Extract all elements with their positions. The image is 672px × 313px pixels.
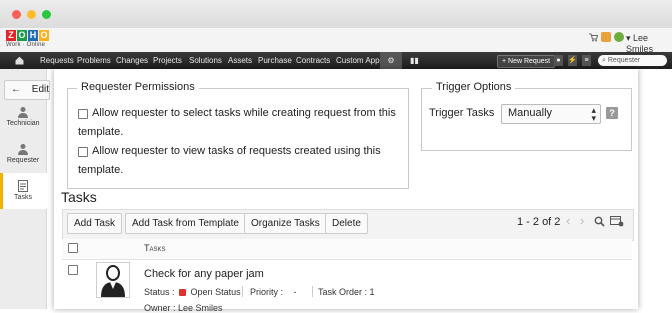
- back-edit-button[interactable]: ← Edit: [4, 80, 50, 100]
- logo-letter: Z: [6, 30, 16, 41]
- nav-solutions[interactable]: Solutions: [189, 52, 222, 69]
- user-menu-caret-icon: ▾: [626, 33, 634, 43]
- next-page-icon[interactable]: ›: [580, 213, 584, 228]
- trigger-tasks-value: Manually: [508, 107, 553, 119]
- sidebar-item-tasks[interactable]: Tasks: [0, 180, 46, 201]
- close-window-icon[interactable]: [12, 10, 21, 19]
- owner-value: Lee Smiles: [178, 303, 223, 313]
- status-color-icon: [179, 289, 187, 296]
- user-menu[interactable]: ▾ Lee Smiles: [626, 33, 672, 54]
- task-priority-meta: Priority : -: [250, 287, 297, 297]
- delete-button[interactable]: Delete: [325, 213, 368, 234]
- new-request-button[interactable]: + New Request: [497, 55, 556, 68]
- trigger-tasks-label: Trigger Tasks: [429, 107, 495, 119]
- reports-icon[interactable]: ▮▮: [410, 52, 419, 69]
- sidebar-item-technician[interactable]: Technician: [0, 106, 46, 127]
- sidebar-item-requester[interactable]: Requester: [0, 143, 46, 164]
- person-silhouette-icon: [101, 265, 125, 297]
- task-owner-avatar: [96, 262, 130, 298]
- nav-custom-apps[interactable]: Custom Apps: [336, 52, 384, 69]
- status-label: Status :: [144, 287, 175, 297]
- help-icon[interactable]: ?: [606, 107, 618, 119]
- nav-contracts[interactable]: Contracts: [296, 52, 330, 69]
- search-input[interactable]: ⌕ Requester: [598, 55, 667, 66]
- prev-page-icon[interactable]: ‹: [566, 213, 570, 228]
- home-icon[interactable]: [15, 52, 24, 69]
- edit-label: Edit: [31, 84, 50, 95]
- tasks-heading: Tasks: [61, 189, 97, 205]
- search-placeholder: Requester: [607, 57, 641, 64]
- organize-tasks-button[interactable]: Organize Tasks: [244, 213, 327, 234]
- divider: [312, 286, 313, 297]
- maximize-window-icon[interactable]: [42, 10, 51, 19]
- select-tasks-checkbox[interactable]: [78, 109, 88, 119]
- user-avatar-icon[interactable]: [614, 32, 624, 42]
- nav-assets[interactable]: Assets: [228, 52, 252, 69]
- add-task-from-template-button[interactable]: Add Task from Template: [125, 213, 246, 234]
- sidebar-item-label: Requester: [6, 157, 40, 164]
- priority-label: Priority :: [250, 287, 284, 297]
- logo-letter: O: [17, 30, 27, 41]
- window-titlebar: [0, 0, 672, 29]
- nav-purchase[interactable]: Purchase: [258, 52, 292, 69]
- trigger-tasks-select[interactable]: Manually ▴ ▾: [501, 104, 601, 124]
- sidebar-item-label: Tasks: [14, 194, 32, 201]
- view-tasks-label-line1: Allow requester to view tasks of request…: [92, 145, 381, 157]
- nav-requests[interactable]: Requests: [40, 52, 74, 69]
- task-title[interactable]: Check for any paper jam: [144, 268, 264, 280]
- select-arrows-icon: ▴ ▾: [591, 105, 596, 123]
- task-status-meta: Status : Open Status: [144, 287, 241, 297]
- column-chooser-icon[interactable]: [610, 216, 624, 227]
- divider: [242, 286, 243, 297]
- task-order-meta: Task Order : 1: [318, 287, 375, 297]
- pagination-text: 1 - 2 of 2: [517, 216, 561, 228]
- task-owner-meta: Owner : Lee Smiles: [144, 303, 223, 313]
- tasks-icon: [18, 180, 28, 192]
- select-tasks-label-line1: Allow requester to select tasks while cr…: [92, 107, 396, 119]
- task-row-checkbox[interactable]: [68, 265, 78, 275]
- settings-gear-icon[interactable]: ⚙: [380, 52, 402, 69]
- view-tasks-label-line2: template.: [78, 164, 124, 176]
- order-label: Task Order :: [318, 287, 368, 297]
- zoho-logo[interactable]: Z O H O Work · Online: [6, 30, 50, 50]
- back-arrow-icon: ←: [11, 84, 21, 95]
- nav-projects[interactable]: Projects: [153, 52, 182, 69]
- cart-icon[interactable]: [588, 32, 599, 42]
- nav-changes[interactable]: Changes: [116, 52, 148, 69]
- order-value: 1: [369, 287, 375, 297]
- select-tasks-label-line2: template.: [78, 126, 124, 138]
- app-header: [0, 28, 672, 52]
- menu-icon[interactable]: ≡: [582, 55, 591, 66]
- requester-permissions-legend: Requester Permissions: [77, 81, 199, 93]
- view-tasks-checkbox[interactable]: [78, 147, 88, 157]
- logo-letter: H: [28, 30, 38, 41]
- trigger-options-legend: Trigger Options: [432, 81, 516, 93]
- select-all-checkbox[interactable]: [68, 243, 78, 253]
- status-value: Open Status: [190, 287, 241, 297]
- priority-value: -: [293, 287, 297, 297]
- technician-icon: [18, 107, 28, 118]
- tasks-column-label[interactable]: Tasks: [144, 243, 166, 253]
- logo-subtitle: Work · Online: [6, 42, 46, 48]
- minimize-window-icon[interactable]: [27, 10, 36, 19]
- quick-actions-icon[interactable]: ⚡: [568, 55, 577, 66]
- notifications-bell-icon[interactable]: ●: [554, 55, 563, 66]
- search-tasks-icon[interactable]: [594, 216, 605, 227]
- logo-letter: O: [39, 30, 49, 41]
- requester-icon: [18, 144, 28, 155]
- owner-label: Owner :: [144, 303, 176, 313]
- nav-problems[interactable]: Problems: [77, 52, 111, 69]
- add-task-button[interactable]: Add Task: [67, 213, 122, 234]
- sidebar-item-label: Technician: [6, 120, 40, 127]
- apps-icon[interactable]: [601, 32, 611, 42]
